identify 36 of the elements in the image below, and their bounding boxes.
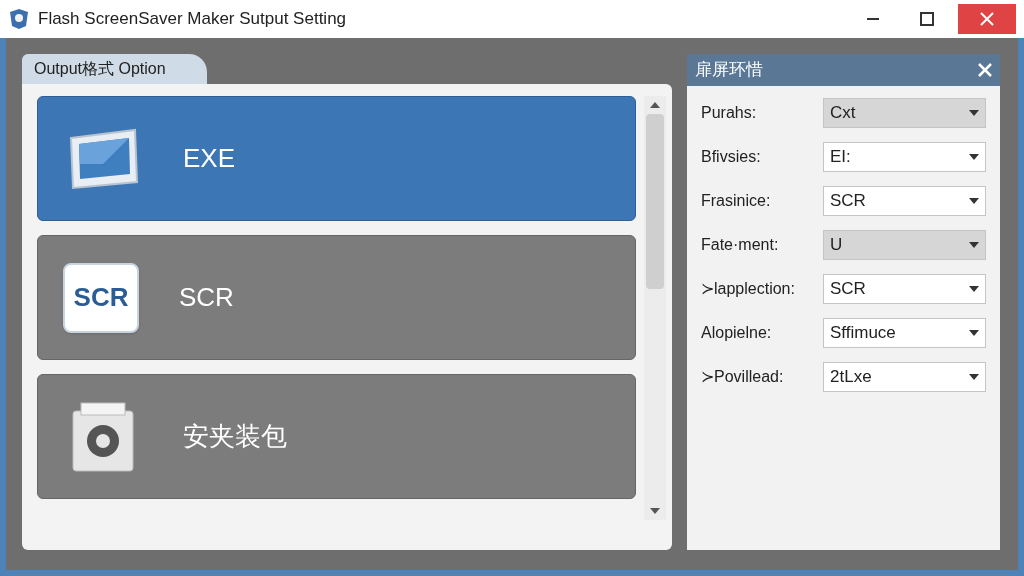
output-option[interactable]: SCR SCR [37, 235, 636, 360]
field-label: Purahs: [701, 103, 758, 123]
dropdown[interactable]: SCR [823, 274, 986, 304]
close-icon [980, 12, 994, 26]
option-label: 安夹装包 [183, 420, 287, 453]
output-option[interactable]: EXE [37, 96, 636, 221]
field-label: Fate·ment: [701, 235, 780, 255]
caret-icon [969, 242, 979, 248]
caret-icon [969, 286, 979, 292]
caret-icon [969, 374, 979, 380]
window-title: Flash ScreenSaver Maker Sutput Setting [38, 8, 348, 31]
option-label: SCR [179, 281, 234, 314]
output-option-tab[interactable]: Output格式 Option [22, 54, 207, 84]
scr-file-icon: SCR [63, 262, 139, 333]
scroll-down-icon[interactable] [650, 508, 660, 514]
caret-icon [969, 330, 979, 336]
dropdown[interactable]: EI: [823, 142, 986, 172]
option-label: EXE [183, 142, 236, 175]
caret-icon [969, 154, 979, 160]
settings-panel-title: 扉屏环惜 [695, 59, 763, 82]
field-label: Bfivsies: [701, 147, 762, 167]
field-label: Frasinice: [701, 191, 772, 211]
close-icon[interactable] [978, 63, 992, 77]
field-label: ≻lapplection: [701, 279, 796, 299]
scroll-up-icon[interactable] [650, 102, 660, 108]
dropdown[interactable]: SCR [823, 186, 986, 216]
close-button[interactable] [958, 4, 1016, 34]
scrollbar[interactable] [644, 96, 666, 520]
field-label: ≻Povillead: [701, 367, 785, 387]
app-icon [8, 8, 30, 30]
caret-icon [969, 198, 979, 204]
dropdown[interactable]: 2tLxe [823, 362, 986, 392]
caret-icon [969, 110, 979, 116]
output-option[interactable]: 安夹装包 [37, 374, 636, 499]
dropdown[interactable]: Sffimuce [823, 318, 986, 348]
field-label: Alopielne: [701, 323, 773, 343]
